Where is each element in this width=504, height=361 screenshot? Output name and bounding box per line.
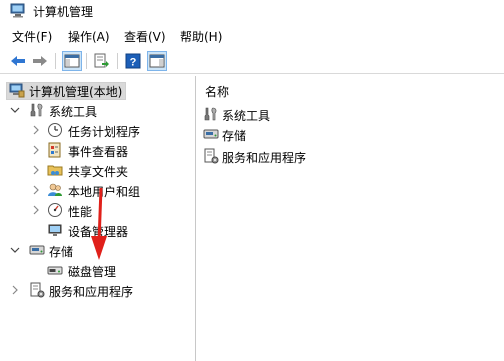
storage-icon (29, 245, 45, 255)
action-pane-icon (149, 54, 165, 68)
export-list-button[interactable] (92, 51, 112, 71)
show-hide-console-tree-button[interactable] (62, 51, 82, 71)
export-list-icon (94, 53, 109, 68)
performance-icon (48, 203, 62, 217)
chevron-right-icon[interactable] (31, 205, 41, 215)
toolbar: ? (0, 48, 504, 74)
back-icon (11, 56, 25, 66)
event-viewer-icon (48, 142, 61, 158)
chevron-right-icon[interactable] (10, 285, 20, 295)
help-icon: ? (125, 53, 141, 69)
column-header-name[interactable]: 名称 (205, 83, 229, 100)
red-arrow-annotation (91, 187, 107, 260)
computer-management-icon (9, 83, 25, 98)
title-bar: 计算机管理 (0, 0, 504, 22)
users-icon (48, 183, 62, 196)
chevron-down-icon[interactable] (10, 245, 20, 255)
chevron-down-icon[interactable] (10, 105, 20, 115)
forward-icon (33, 56, 47, 66)
list-item-services-applications[interactable]: 服务和应用程序 (203, 147, 403, 165)
menu-action[interactable]: 操作(A) (68, 28, 110, 45)
help-button[interactable]: ? (123, 51, 143, 71)
toolbar-separator (55, 53, 56, 69)
chevron-right-icon[interactable] (31, 125, 41, 135)
back-button[interactable] (8, 51, 28, 71)
toolbar-separator (86, 53, 87, 69)
tree-label: 磁盘管理 (68, 265, 117, 279)
tools-icon (204, 107, 217, 121)
services-icon (204, 148, 219, 164)
window-title: 计算机管理 (33, 5, 94, 19)
tools-icon (30, 103, 43, 117)
tree-item-shared-folders[interactable]: 共享文件夹 (0, 160, 196, 180)
action-pane-button[interactable] (147, 51, 167, 71)
show-hide-console-tree-icon (64, 54, 80, 68)
tree-item-services-applications[interactable]: 服务和应用程序 (0, 280, 196, 300)
tree-label: 共享文件夹 (68, 165, 129, 179)
tree-item-event-viewer[interactable]: 事件查看器 (0, 140, 196, 160)
menu-view[interactable]: 查看(V) (124, 28, 166, 45)
forward-button[interactable] (30, 51, 50, 71)
list-item-storage[interactable]: 存储 (203, 125, 403, 143)
disk-management-icon (47, 266, 63, 275)
tree-label: 服务和应用程序 (49, 285, 134, 299)
list-item-label: 存储 (222, 129, 247, 143)
storage-icon (203, 129, 219, 139)
tree-item-computer-management[interactable]: 计算机管理(本地) (0, 80, 196, 100)
list-item-label: 服务和应用程序 (222, 151, 307, 165)
menu-file[interactable]: 文件(F) (12, 28, 52, 45)
menu-help[interactable]: 帮助(H) (180, 28, 222, 45)
device-manager-icon (48, 224, 62, 236)
tree-label: 系统工具 (49, 105, 98, 119)
svg-text:?: ? (130, 57, 137, 69)
menu-bar: 文件(F) 操作(A) 查看(V) 帮助(H) (0, 26, 504, 46)
services-icon (30, 282, 45, 298)
tree-label: 事件查看器 (68, 145, 129, 159)
tree-label: 计算机管理(本地) (29, 85, 123, 99)
tree-item-task-scheduler[interactable]: 任务计划程序 (0, 120, 196, 140)
tree-label: 任务计划程序 (68, 125, 141, 139)
clock-icon (48, 123, 62, 137)
tree-item-system-tools[interactable]: 系统工具 (0, 100, 196, 120)
computer-management-icon (10, 3, 25, 18)
toolbar-separator (117, 53, 118, 69)
list-item-label: 系统工具 (222, 109, 271, 123)
list-item-system-tools[interactable]: 系统工具 (203, 105, 403, 123)
shared-folder-icon (47, 165, 63, 176)
chevron-right-icon[interactable] (31, 145, 41, 155)
chevron-right-icon[interactable] (31, 185, 41, 195)
tree-label: 存储 (49, 245, 74, 259)
chevron-right-icon[interactable] (31, 165, 41, 175)
